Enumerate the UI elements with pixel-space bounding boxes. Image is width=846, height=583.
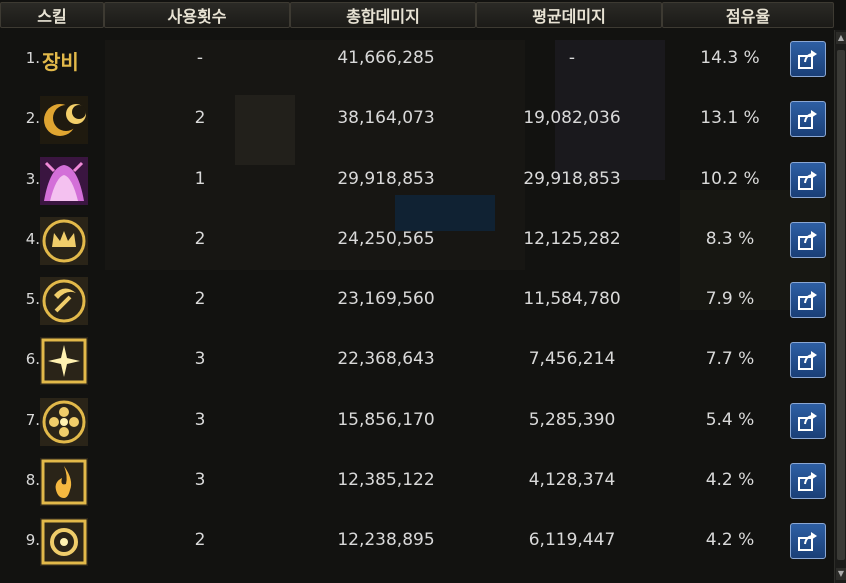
header-average-damage[interactable]: 평균데미지 xyxy=(476,2,662,28)
share-export-button[interactable] xyxy=(790,463,826,500)
total-damage-value: 22,368,643 xyxy=(337,349,435,370)
share-value: 8.3 % xyxy=(705,228,755,249)
average-damage-value: 7,456,214 xyxy=(528,349,616,370)
table-row: 2. 2 38,164,073 19,082,036 13.1 % xyxy=(0,90,834,150)
scroll-down-icon[interactable]: ▼ xyxy=(836,568,846,580)
total-damage-value: 12,238,895 xyxy=(337,530,435,551)
share-export-button[interactable] xyxy=(790,282,826,319)
share-export-icon xyxy=(798,170,817,190)
table-row: 3. 1 29,918,853 29,918,853 10.2 % xyxy=(0,151,834,211)
uses-value: 2 xyxy=(194,289,206,310)
average-damage-value: 29,918,853 xyxy=(523,168,621,189)
share-export-icon xyxy=(798,411,817,431)
vertical-scrollbar[interactable]: ▲ ▼ xyxy=(834,30,846,583)
scroll-up-icon[interactable]: ▲ xyxy=(836,32,846,44)
average-damage-value: - xyxy=(568,48,576,68)
table-header: 스킬 사용횟수 총합데미지 평균데미지 점유율 xyxy=(0,0,834,30)
total-damage-value: 15,856,170 xyxy=(337,409,435,430)
ring-frame-skill-icon xyxy=(40,518,88,567)
rank-number: 2. xyxy=(25,109,40,128)
share-export-icon xyxy=(798,110,817,130)
flame-frame-skill-icon xyxy=(40,458,88,507)
uses-value: 2 xyxy=(194,228,206,249)
total-damage-value: 29,918,853 xyxy=(337,168,435,189)
share-export-icon xyxy=(798,532,817,552)
rank-number: 4. xyxy=(25,229,40,248)
total-damage-value: 38,164,073 xyxy=(337,108,435,129)
rank-number: 5. xyxy=(25,290,40,309)
rank-number: 3. xyxy=(25,169,40,188)
share-value: 7.9 % xyxy=(705,289,755,310)
share-export-icon xyxy=(798,291,817,311)
share-export-button[interactable] xyxy=(790,402,826,439)
rank-number: 7. xyxy=(25,410,40,429)
rank-number: 6. xyxy=(25,350,40,369)
uses-value: - xyxy=(196,48,204,68)
starburst-frame-skill-icon xyxy=(40,337,88,386)
rank-number: 8. xyxy=(25,471,40,490)
header-share[interactable]: 점유율 xyxy=(662,2,834,28)
rank-number: 9. xyxy=(25,531,40,550)
table-row: 5. 2 23,169,560 11,584,780 7.9 % xyxy=(0,271,834,331)
average-damage-value: 12,125,282 xyxy=(523,228,621,249)
total-damage-value: 12,385,122 xyxy=(337,470,435,491)
share-export-button[interactable] xyxy=(790,161,826,198)
share-export-button[interactable] xyxy=(790,41,826,77)
share-export-button[interactable] xyxy=(790,523,826,560)
average-damage-value: 5,285,390 xyxy=(528,409,616,430)
share-export-icon xyxy=(798,472,817,492)
share-export-button[interactable] xyxy=(790,221,826,258)
average-damage-value: 11,584,780 xyxy=(523,289,621,310)
header-skill[interactable]: 스킬 xyxy=(0,2,104,28)
share-export-button[interactable] xyxy=(790,342,826,379)
share-value: 5.4 % xyxy=(705,409,755,430)
rank-number: 1. xyxy=(25,49,40,67)
share-export-button[interactable] xyxy=(790,101,826,138)
average-damage-value: 6,119,447 xyxy=(528,530,616,551)
uses-value: 2 xyxy=(194,530,206,551)
pink-tentacle-skill-icon xyxy=(40,156,88,205)
total-damage-value: 23,169,560 xyxy=(337,289,435,310)
share-value: 13.1 % xyxy=(700,108,760,129)
table-row: 7. 3 15,856,170 5,285,390 5.4 % xyxy=(0,392,834,452)
table-row: 8. 3 12,385,122 4,128,374 4.2 % xyxy=(0,452,834,512)
table-row: 9. 2 12,238,895 6,119,447 4.2 % xyxy=(0,512,834,572)
total-damage-value: 41,666,285 xyxy=(337,48,435,68)
header-uses[interactable]: 사용횟수 xyxy=(104,2,290,28)
uses-value: 3 xyxy=(194,349,206,370)
share-value: 4.2 % xyxy=(705,530,755,551)
share-value: 4.2 % xyxy=(705,470,755,491)
uses-value: 2 xyxy=(194,108,206,129)
scrollbar-thumb[interactable] xyxy=(837,50,845,560)
uses-value: 1 xyxy=(194,168,206,189)
average-damage-value: 4,128,374 xyxy=(528,470,616,491)
uses-value: 3 xyxy=(194,409,206,430)
share-export-icon xyxy=(798,50,817,69)
uses-value: 3 xyxy=(194,470,206,491)
share-value: 14.3 % xyxy=(700,48,760,68)
header-total-damage[interactable]: 총합데미지 xyxy=(290,2,476,28)
crown-emblem-skill-icon xyxy=(40,216,88,265)
share-value: 7.7 % xyxy=(705,349,755,370)
table-row: 6. 3 22,368,643 7,456,214 7.7 % xyxy=(0,331,834,391)
crescent-moons-skill-icon xyxy=(40,96,88,145)
equipment-label: 장비 xyxy=(42,50,79,74)
crescent-hammer-skill-icon xyxy=(40,277,88,326)
damage-table: 1. 장비 - 41,666,285 - 14.3 % 2. 2 38,164,… xyxy=(0,30,834,573)
share-value: 10.2 % xyxy=(700,168,760,189)
flower-circle-skill-icon xyxy=(40,397,88,446)
average-damage-value: 19,082,036 xyxy=(523,108,621,129)
table-row: 1. 장비 - 41,666,285 - 14.3 % xyxy=(0,30,834,90)
share-export-icon xyxy=(798,230,817,250)
share-export-icon xyxy=(798,351,817,371)
table-row: 4. 2 24,250,565 12,125,282 8.3 % xyxy=(0,211,834,271)
total-damage-value: 24,250,565 xyxy=(337,228,435,249)
